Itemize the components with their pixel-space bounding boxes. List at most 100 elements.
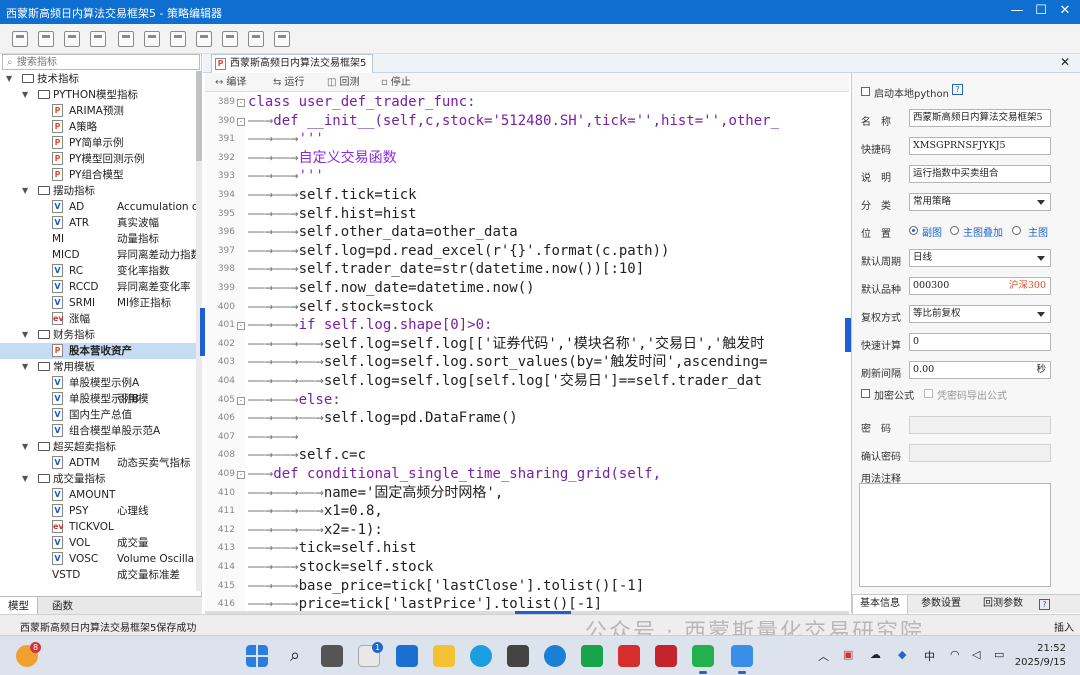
list-icon[interactable] (222, 31, 238, 47)
tray-app-icon[interactable]: ▣ (843, 648, 853, 661)
close-button[interactable]: ✕ (1056, 3, 1074, 18)
code-line[interactable]: 390- ——→def __init__(self,c,stock='512480… (205, 112, 849, 131)
document-tab[interactable]: P 西蒙斯高频日内算法交易框架5 (211, 54, 374, 73)
tree-folder[interactable]: ▼ 技术指标 (0, 71, 196, 87)
app-icon-1[interactable] (507, 645, 529, 667)
desc-field[interactable]: 运行指数中买卖组合 (909, 165, 1051, 183)
tree-item[interactable]: V RC 变化率指数 (0, 263, 196, 279)
font-increase-icon[interactable] (90, 31, 106, 47)
code-line[interactable]: 398 ——→——→self.trader_date=str(datetime.n… (205, 260, 849, 279)
tree-folder[interactable]: ▼ 成交量指标 (0, 471, 196, 487)
code-line[interactable]: 401- ——→——→if self.log.shape[0]>0: (205, 316, 849, 335)
tab-backtest-params[interactable]: 回测参数 (976, 595, 1030, 614)
close-tab-icon[interactable]: ✕ (1060, 55, 1070, 69)
period-select[interactable]: 日线 (909, 249, 1051, 267)
tray-shield-icon[interactable]: ◆ (898, 648, 906, 661)
code-editor[interactable]: 389- class user_def_trader_func: 390- ——→de… (205, 92, 849, 612)
local-python-checkbox[interactable] (861, 87, 870, 96)
code-line[interactable]: 404 ——→——→——→self.log=self.log[self.log['… (205, 372, 849, 391)
code-line[interactable]: 399 ——→——→self.now_date=datetime.now() (205, 279, 849, 298)
mi-icon[interactable] (118, 31, 134, 47)
code-line[interactable]: 402 ——→——→——→self.log=self.log[['证券代码','模… (205, 335, 849, 354)
code-line[interactable]: 412 ——→——→——→x2=-1): (205, 521, 849, 540)
document-icon[interactable] (196, 31, 212, 47)
tree-item[interactable]: V 单股模型示例A (0, 375, 196, 391)
fastcalc-field[interactable]: 0 (909, 333, 1051, 351)
tree-item[interactable]: V PSY 心理线 (0, 503, 196, 519)
tree-item[interactable]: ev 涨幅 (0, 311, 196, 327)
import-icon[interactable] (144, 31, 160, 47)
code-line[interactable]: 397 ——→——→self.log=pd.read_excel(r'{}'.fo… (205, 242, 849, 261)
fold-toggle-icon[interactable]: - (237, 117, 245, 126)
code-line[interactable]: 409- ——→def conditional_single_time_shari… (205, 465, 849, 484)
shortcut-field[interactable]: XMSGPRNSFJYKJ5 (909, 137, 1051, 155)
password-field[interactable] (909, 416, 1051, 434)
tree-item[interactable]: MICD 异同离差动力指数 (0, 247, 196, 263)
category-select[interactable]: 常用策略 (909, 193, 1051, 211)
start-icon[interactable] (246, 645, 268, 667)
code-line[interactable]: 414 ——→——→stock=self.stock (205, 558, 849, 577)
tree-item[interactable]: P 股本营收资产 (0, 343, 196, 359)
wps-icon[interactable] (618, 645, 640, 667)
save-icon[interactable] (12, 31, 28, 47)
collapse-arrow-icon[interactable]: ▼ (22, 439, 28, 455)
folder-icon[interactable] (433, 645, 455, 667)
save-all-icon[interactable] (38, 31, 54, 47)
help-icon-bottom[interactable]: ? (1039, 599, 1050, 610)
symbol-field[interactable]: 000300 沪深300 (909, 277, 1051, 295)
tree-item[interactable]: V SRMI MI修正指标 (0, 295, 196, 311)
name-field[interactable]: 西蒙斯高频日内算法交易框架5 (909, 109, 1051, 127)
tree-item[interactable]: P ARIMA预测 (0, 103, 196, 119)
code-line[interactable]: 405- ——→——→else: (205, 391, 849, 410)
code-line[interactable]: 400 ——→——→self.stock=stock (205, 298, 849, 317)
notes-textarea[interactable] (859, 483, 1051, 587)
collapse-arrow-icon[interactable]: ▼ (22, 87, 28, 103)
code-line[interactable]: 408 ——→——→self.c=c (205, 446, 849, 465)
fold-toggle-icon[interactable]: - (237, 322, 245, 331)
tab-basic-info[interactable]: 基本信息 (852, 595, 908, 614)
fold-toggle-icon[interactable]: - (237, 471, 245, 479)
code-line[interactable]: 403 ——→——→——→self.log=self.log.sort_value… (205, 353, 849, 372)
fold-toggle-icon[interactable]: - (237, 99, 245, 107)
app-icon-3[interactable] (655, 645, 677, 667)
tab-params[interactable]: 参数设置 (914, 595, 968, 614)
ime-indicator[interactable]: 中 (924, 648, 935, 664)
copy-icon[interactable] (248, 31, 264, 47)
tree-folder[interactable]: ▼ 摆动指标 (0, 183, 196, 199)
tree-scroll-thumb[interactable] (196, 71, 202, 161)
help-icon[interactable]: ? (952, 84, 963, 95)
tree-folder[interactable]: ▼ PYTHON模型指标 (0, 87, 196, 103)
tray-chevron-icon[interactable]: ︿ (818, 648, 829, 664)
code-line[interactable]: 391 ——→——→''' (205, 130, 849, 149)
tree-item[interactable]: V ATR 真实波幅 (0, 215, 196, 231)
wifi-icon[interactable]: ◠ (950, 648, 960, 661)
search-box[interactable]: ⌕ (2, 54, 200, 70)
tree-item[interactable]: V ADTM 动态买卖气指标 (0, 455, 196, 471)
code-line[interactable]: 393 ——→——→''' (205, 167, 849, 186)
code-line[interactable]: 394 ——→——→self.tick=tick (205, 186, 849, 205)
tree-folder[interactable]: ▼ 超买超卖指标 (0, 439, 196, 455)
collapse-arrow-icon[interactable]: ▼ (22, 327, 28, 343)
tree-item[interactable]: P PY组合模型 (0, 167, 196, 183)
code-line[interactable]: 411 ——→——→——→x1=0.8, (205, 502, 849, 521)
task-view-icon[interactable] (321, 645, 343, 667)
code-line[interactable]: 396 ——→——→self.other_data=other_data (205, 223, 849, 242)
battery-icon[interactable]: ▭ (994, 648, 1004, 661)
strategy-app-icon[interactable] (731, 645, 753, 674)
settings-icon[interactable] (274, 31, 290, 47)
run-button[interactable]: ⇆ 运行 (273, 75, 304, 90)
tree-item[interactable]: P A策略 (0, 119, 196, 135)
tree-item[interactable]: V AMOUNT (0, 487, 196, 503)
tree-item[interactable]: V AD Accumulation or (0, 199, 196, 215)
export-icon[interactable] (170, 31, 186, 47)
adjust-select[interactable]: 等比前复权 (909, 305, 1051, 323)
refresh-field[interactable]: 0.00 秒 (909, 361, 1051, 379)
tree-item[interactable]: P PY简单示例 (0, 135, 196, 151)
tab-model[interactable]: 模型 (0, 597, 38, 615)
tree-item[interactable]: V VOSC Volume Oscilla (0, 551, 196, 567)
volume-icon[interactable]: ◁ (972, 648, 980, 661)
tree-folder[interactable]: ▼ 财务指标 (0, 327, 196, 343)
code-line[interactable]: 410 ——→——→——→name='固定高频分时网格', (205, 484, 849, 503)
backtest-button[interactable]: ◫ 回测 (327, 75, 359, 90)
tree-folder[interactable]: ▼ 常用模板 (0, 359, 196, 375)
